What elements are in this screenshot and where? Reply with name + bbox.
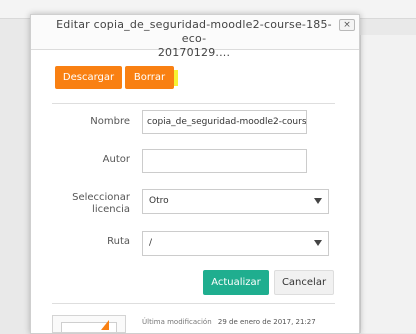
author-label: Autor bbox=[102, 154, 130, 165]
license-label-line-2: licencia bbox=[92, 204, 130, 215]
file-thumbnail bbox=[52, 315, 126, 333]
license-label: Seleccionar licencia bbox=[60, 192, 130, 216]
path-select-value: / bbox=[149, 238, 153, 248]
name-label: Nombre bbox=[90, 116, 130, 127]
cancel-button[interactable]: Cancelar bbox=[274, 270, 334, 295]
dialog-title: Editar copia_de_seguridad-moodle2-course… bbox=[49, 18, 339, 60]
author-field[interactable] bbox=[142, 149, 307, 173]
path-select[interactable]: / bbox=[142, 231, 329, 256]
update-button[interactable]: Actualizar bbox=[203, 270, 269, 295]
divider-top bbox=[52, 103, 335, 104]
background-side-panel bbox=[360, 35, 416, 333]
file-corner-icon bbox=[101, 320, 109, 330]
delete-button[interactable]: Borrar bbox=[125, 66, 174, 89]
last-modified-label: Última modificación bbox=[142, 318, 212, 326]
license-label-line-1: Seleccionar bbox=[72, 192, 130, 203]
download-button[interactable]: Descargar bbox=[55, 66, 122, 89]
highlight-marker bbox=[174, 70, 178, 86]
divider-bottom bbox=[52, 303, 335, 304]
chevron-down-icon bbox=[314, 198, 322, 204]
dialog-title-line-1: Editar copia_de_seguridad-moodle2-course… bbox=[56, 18, 332, 45]
path-label: Ruta bbox=[107, 236, 130, 247]
license-select[interactable]: Otro bbox=[142, 189, 329, 214]
license-select-value: Otro bbox=[149, 196, 169, 206]
chevron-down-icon bbox=[314, 240, 322, 246]
last-modified-value: 29 de enero de 2017, 21:27 bbox=[217, 318, 316, 326]
dialog-title-line-2: 20170129.... bbox=[157, 46, 231, 59]
close-icon[interactable]: × bbox=[339, 19, 355, 31]
dialog-header: Editar copia_de_seguridad-moodle2-course… bbox=[31, 15, 359, 59]
name-field[interactable]: copia_de_seguridad-moodle2-course bbox=[142, 110, 307, 134]
file-metadata: Última modificación 29 de enero de 2017,… bbox=[142, 318, 316, 326]
